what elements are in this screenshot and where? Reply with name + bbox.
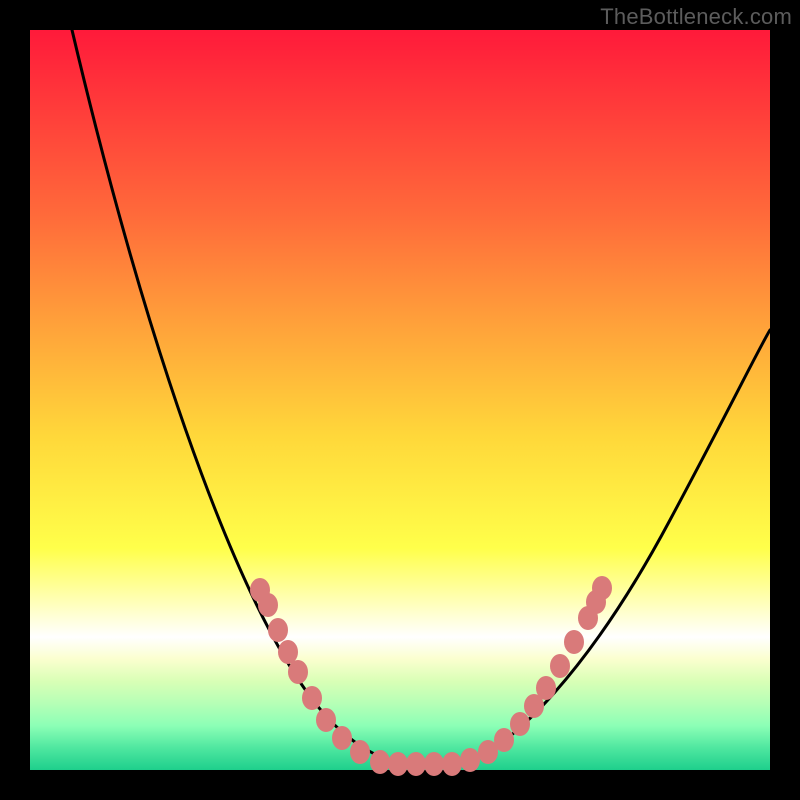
marker-point xyxy=(268,618,288,642)
curve-right-arm xyxy=(465,330,770,762)
curve-group xyxy=(72,30,770,764)
marker-point xyxy=(592,576,612,600)
marker-point xyxy=(288,660,308,684)
marker-point xyxy=(424,752,444,776)
marker-point xyxy=(406,752,426,776)
marker-point xyxy=(370,750,390,774)
marker-point xyxy=(316,708,336,732)
marker-point xyxy=(550,654,570,678)
marker-point xyxy=(460,748,480,772)
marker-point xyxy=(494,728,514,752)
outer-frame: TheBottleneck.com xyxy=(0,0,800,800)
marker-point xyxy=(510,712,530,736)
plot-area xyxy=(30,30,770,770)
marker-point xyxy=(564,630,584,654)
marker-point xyxy=(258,593,278,617)
marker-point xyxy=(388,752,408,776)
marker-point xyxy=(536,676,556,700)
marker-point xyxy=(350,740,370,764)
marker-point xyxy=(442,752,462,776)
chart-svg xyxy=(30,30,770,770)
watermark-text: TheBottleneck.com xyxy=(600,4,792,30)
marker-point xyxy=(278,640,298,664)
curve-left-arm xyxy=(72,30,395,762)
marker-point xyxy=(332,726,352,750)
marker-group xyxy=(250,576,612,776)
marker-point xyxy=(302,686,322,710)
